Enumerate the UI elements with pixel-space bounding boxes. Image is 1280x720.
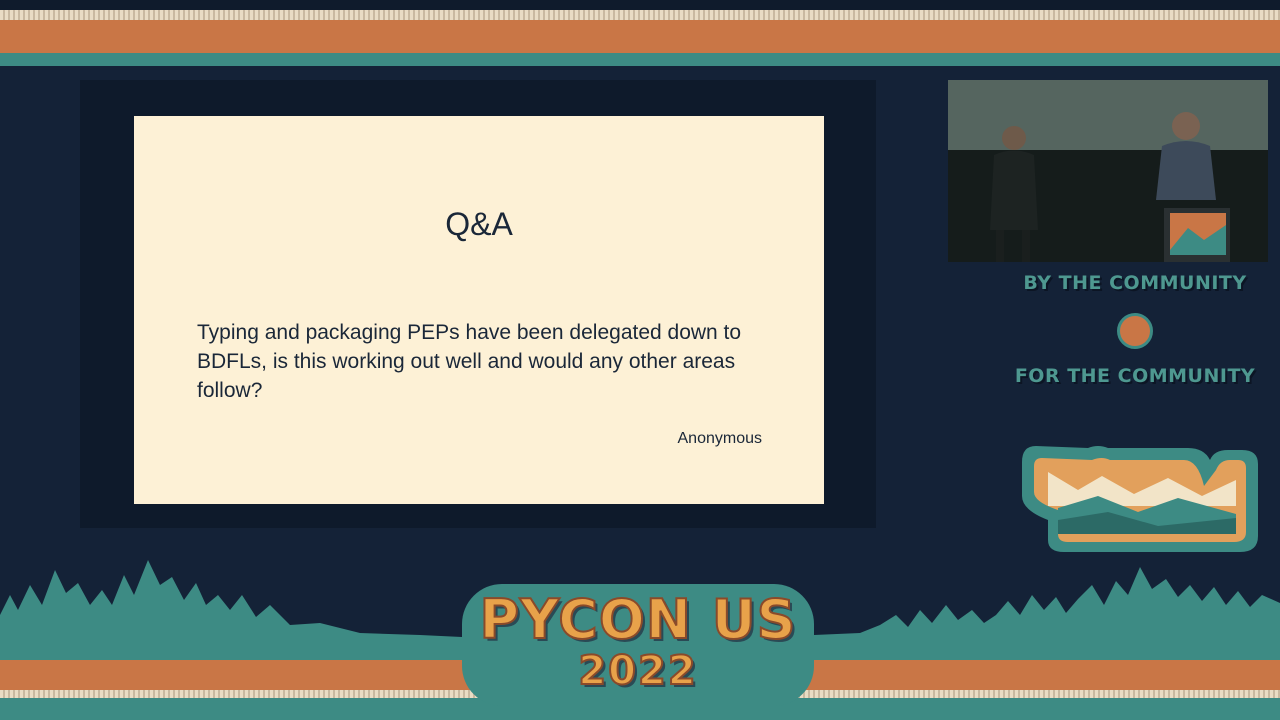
slide-question: Typing and packaging PEPs have been dele…: [197, 321, 742, 402]
slide-title: Q&A: [445, 206, 513, 242]
presentation-slide: Q&A Typing and packaging PEPs have been …: [134, 116, 824, 504]
top-orange-band: [0, 20, 1280, 53]
tagline-for-the-community: FOR THE COMMUNITY: [1014, 365, 1256, 387]
speakers-video-image: [948, 80, 1268, 262]
top-teal-band: [0, 53, 1280, 66]
mountain-logo-icon: [1022, 446, 1258, 552]
tagline-dot-icon: [1117, 313, 1153, 349]
slide-author: Anonymous: [677, 430, 763, 447]
top-dotted-stripe: [0, 10, 1280, 20]
pycon-logo-name: PYCON US: [478, 587, 797, 652]
speaker-camera-feed: [948, 80, 1268, 262]
tagline-by-the-community: BY THE COMMUNITY: [1023, 272, 1247, 294]
pycon-logo-year: 2022: [577, 647, 698, 695]
top-border: [0, 0, 1280, 10]
